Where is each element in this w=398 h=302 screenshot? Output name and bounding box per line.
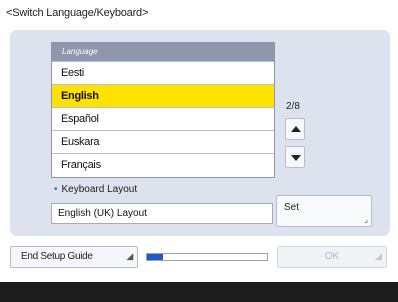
scroll-up-button[interactable]: [285, 118, 305, 140]
language-list: Language Eesti English Español Euskara F…: [51, 42, 275, 178]
set-button-label: Set: [284, 202, 300, 213]
bullet-icon: •: [54, 184, 58, 195]
arrow-up-icon: [291, 126, 301, 132]
setup-progress-fill: [147, 254, 163, 260]
set-button[interactable]: Set ⌟: [276, 195, 372, 227]
corner-icon: ◢: [126, 251, 133, 261]
page-indicator: 2/8: [286, 101, 300, 112]
language-item-euskara[interactable]: Euskara: [52, 130, 274, 153]
end-setup-guide-label: End Setup Guide: [21, 251, 93, 262]
corner-icon: ◢: [375, 251, 382, 261]
language-item-espanol[interactable]: Español: [52, 107, 274, 130]
ok-button[interactable]: OK ◢: [277, 246, 387, 268]
keyboard-layout-value: English (UK) Layout: [51, 203, 273, 224]
keyboard-layout-label-text: Keyboard Layout: [61, 184, 138, 195]
language-item-english[interactable]: English: [52, 84, 274, 107]
language-list-header: Language: [52, 43, 274, 61]
screen-title: <Switch Language/Keyboard>: [6, 7, 149, 19]
setup-progress-bar: [146, 253, 268, 261]
end-setup-guide-button[interactable]: End Setup Guide ◢: [10, 246, 138, 268]
scroll-down-button[interactable]: [285, 146, 305, 168]
language-item-francais[interactable]: Français: [52, 153, 274, 176]
keyboard-layout-label: • Keyboard Layout: [54, 184, 137, 195]
status-footer: [0, 282, 398, 302]
corner-icon: ⌟: [364, 215, 368, 224]
language-item-eesti[interactable]: Eesti: [52, 61, 274, 84]
arrow-down-icon: [291, 155, 301, 161]
ok-button-label: OK: [324, 251, 340, 262]
